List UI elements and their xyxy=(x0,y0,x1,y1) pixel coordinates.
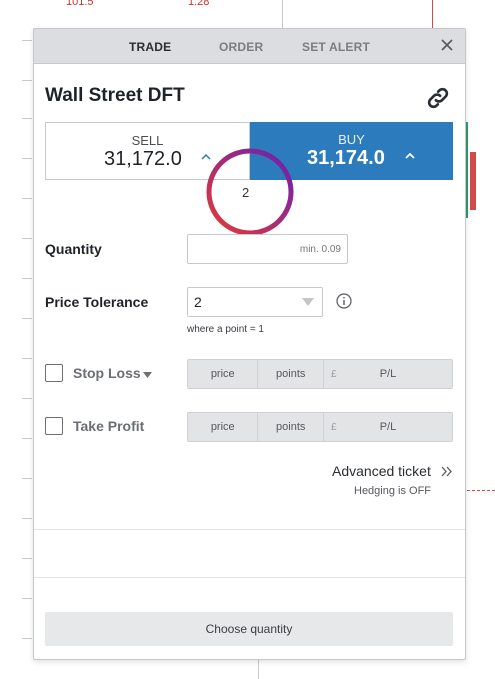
take-profit-points-input[interactable]: points xyxy=(258,413,324,441)
take-profit-pl-input[interactable]: £ P/L xyxy=(324,413,452,441)
divider xyxy=(34,577,465,578)
chart-top-number: 101.5 xyxy=(66,0,94,8)
chart-tick xyxy=(22,158,32,159)
chart-candle-down xyxy=(470,152,476,210)
info-icon[interactable] xyxy=(336,293,352,309)
chart-tick xyxy=(22,118,32,119)
ticket-tabs: TRADE ORDER SET ALERT xyxy=(34,29,465,64)
stop-loss-pl-placeholder: P/L xyxy=(379,368,397,380)
chart-candle-wick xyxy=(432,0,433,28)
title-row: Wall Street DFT xyxy=(34,64,465,122)
stop-loss-checkbox[interactable] xyxy=(45,364,63,382)
chevron-down-icon[interactable] xyxy=(143,372,152,378)
close-icon[interactable] xyxy=(439,37,455,53)
tab-trade[interactable]: TRADE xyxy=(129,40,171,54)
chart-tick xyxy=(22,40,32,41)
sell-label: SELL xyxy=(131,133,164,148)
click-indicator-ring xyxy=(206,148,294,236)
chart-tick xyxy=(22,358,32,359)
take-profit-fields: price points £ P/L xyxy=(187,412,453,442)
chart-tick xyxy=(22,238,32,239)
chart-tick xyxy=(22,278,32,279)
stop-loss-fields: price points £ P/L xyxy=(187,359,453,389)
chart-tick xyxy=(22,598,32,599)
tab-order[interactable]: ORDER xyxy=(219,40,263,54)
chart-tick xyxy=(22,638,32,639)
stop-loss-points-placeholder: points xyxy=(276,368,306,380)
advanced-ticket-link[interactable]: Advanced ticket xyxy=(332,463,431,479)
chart-tick xyxy=(22,518,32,519)
chart-gridline xyxy=(258,658,259,679)
take-profit-checkbox[interactable] xyxy=(45,417,63,435)
tab-set-alert[interactable]: SET ALERT xyxy=(302,40,370,54)
chart-tick xyxy=(22,318,32,319)
click-indicator-number: 2 xyxy=(242,185,250,200)
chart-tick xyxy=(22,478,32,479)
stop-loss-price-input[interactable]: price xyxy=(188,360,259,388)
take-profit-price-placeholder: price xyxy=(210,421,235,433)
take-profit-price-input[interactable]: price xyxy=(188,413,259,441)
sell-price: 31,172.0 xyxy=(104,148,182,170)
divider xyxy=(34,529,465,530)
quantity-input[interactable] xyxy=(187,234,348,264)
chevron-down-icon xyxy=(302,298,314,306)
market-title: Wall Street DFT xyxy=(45,85,185,106)
price-tolerance-value: 2 xyxy=(194,294,202,310)
stop-loss-price-placeholder: price xyxy=(210,368,235,380)
chart-top-number: 1.28 xyxy=(188,0,210,8)
price-tolerance-label: Price Tolerance xyxy=(45,294,149,310)
currency-symbol: £ xyxy=(330,369,337,380)
link-icon[interactable] xyxy=(425,85,451,111)
chart-tick xyxy=(22,398,32,399)
take-profit-label[interactable]: Take Profit xyxy=(73,418,144,434)
price-tolerance-select[interactable]: 2 xyxy=(187,287,323,317)
stop-loss-pl-input[interactable]: £ P/L xyxy=(324,360,452,388)
deal-ticket-panel: TRADE ORDER SET ALERT Wall Street DFT SE… xyxy=(33,28,466,660)
quantity-label: Quantity xyxy=(45,241,102,257)
currency-symbol: £ xyxy=(330,422,337,433)
hedging-status: Hedging is OFF xyxy=(354,485,432,497)
chevron-up-icon xyxy=(405,152,415,159)
double-chevron-right-icon[interactable] xyxy=(441,466,453,477)
stop-loss-points-input[interactable]: points xyxy=(258,360,324,388)
price-tolerance-hint: where a point = 1 xyxy=(187,324,264,335)
take-profit-pl-placeholder: P/L xyxy=(379,421,397,433)
chart-tick xyxy=(22,198,32,199)
chart-tick xyxy=(22,80,32,81)
stop-loss-label[interactable]: Stop Loss xyxy=(73,365,141,381)
chart-tick xyxy=(22,558,32,559)
chart-tick xyxy=(22,438,32,439)
buy-price: 31,174.0 xyxy=(307,147,385,169)
take-profit-points-placeholder: points xyxy=(276,421,306,433)
choose-quantity-button[interactable]: Choose quantity xyxy=(45,612,453,646)
chart-price-line xyxy=(462,490,495,491)
buy-label: BUY xyxy=(338,132,365,147)
chart-gridline xyxy=(282,0,283,28)
